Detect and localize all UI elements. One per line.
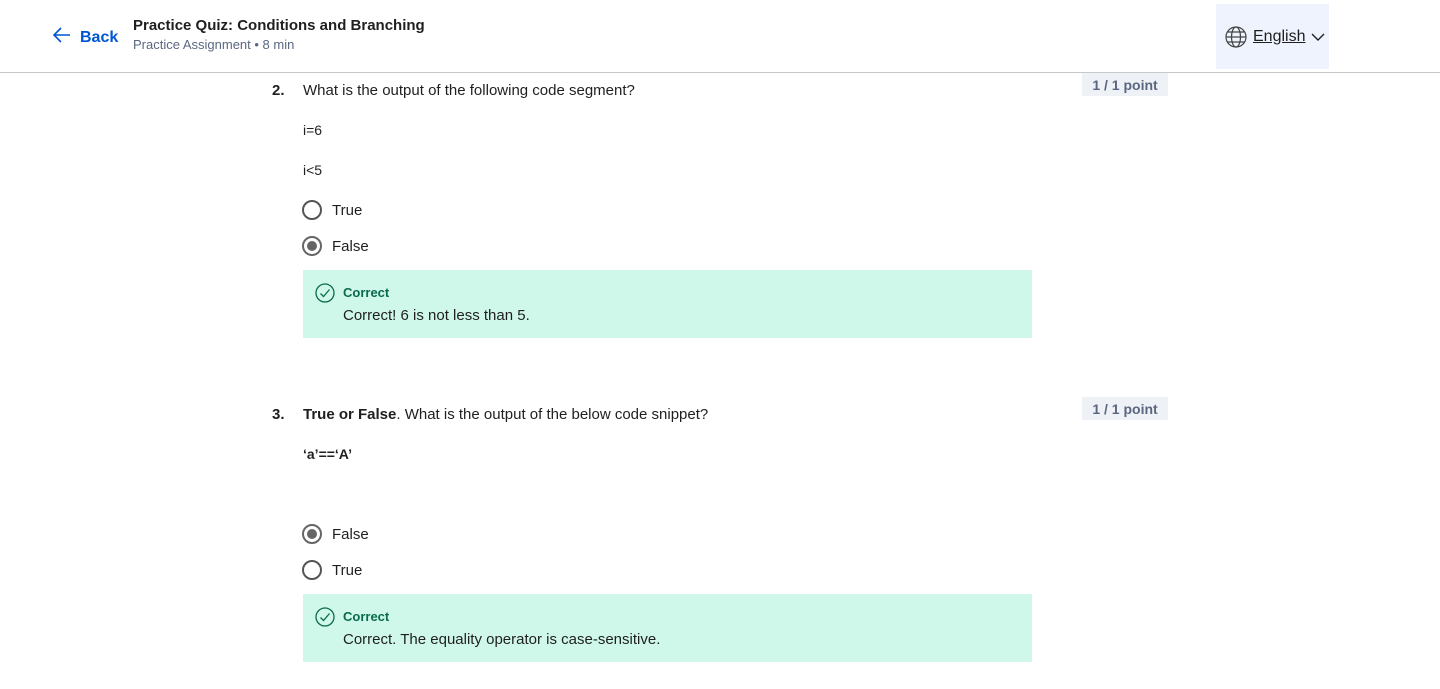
- language-selector[interactable]: English: [1216, 4, 1329, 69]
- option-true[interactable]: True: [302, 200, 362, 220]
- radio-button[interactable]: [302, 200, 322, 220]
- question-text: What is the output of the following code…: [303, 82, 635, 99]
- feedback-heading: Correct: [343, 285, 390, 300]
- back-button[interactable]: Back: [52, 25, 118, 50]
- check-circle-icon: [315, 607, 335, 627]
- feedback-text: Correct! 6 is not less than 5.: [343, 307, 530, 324]
- option-false[interactable]: False: [302, 236, 369, 256]
- feedback-correct: Correct Correct. The equality operator i…: [303, 594, 1032, 662]
- page-subtitle: Practice Assignment • 8 min: [133, 37, 295, 52]
- code-line: ‘a’==‘A’: [303, 446, 353, 462]
- feedback-heading: Correct: [343, 609, 390, 624]
- option-label: True: [332, 561, 363, 579]
- language-label: English: [1253, 27, 1306, 45]
- code-line: i<5: [303, 162, 323, 178]
- chevron-down-icon: [1310, 29, 1326, 45]
- points-badge: 1 / 1 point: [1082, 73, 1168, 96]
- question-number: 3.: [272, 406, 285, 423]
- option-label: False: [332, 525, 369, 543]
- top-header: Back Practice Quiz: Conditions and Branc…: [0, 0, 1440, 73]
- check-circle-icon: [315, 283, 335, 303]
- radio-button-selected[interactable]: [302, 236, 322, 256]
- arrow-left-icon: [52, 25, 72, 50]
- option-label: False: [332, 237, 369, 255]
- radio-button[interactable]: [302, 560, 322, 580]
- radio-button-selected[interactable]: [302, 524, 322, 544]
- feedback-text: Correct. The equality operator is case-s…: [343, 631, 661, 648]
- question-text-bold: True or False: [303, 406, 397, 423]
- feedback-correct: Correct Correct! 6 is not less than 5.: [303, 270, 1032, 338]
- option-false[interactable]: False: [302, 524, 369, 544]
- back-label: Back: [80, 28, 119, 46]
- question-number: 2.: [272, 82, 285, 99]
- code-line: i=6: [303, 122, 323, 138]
- question-text: True or False. What is the output of the…: [303, 406, 708, 423]
- globe-icon: [1224, 25, 1248, 49]
- question-text-rest: . What is the output of the below code s…: [396, 406, 709, 423]
- page-title-block: Practice Quiz: Conditions and Branching …: [133, 17, 425, 52]
- points-badge: 1 / 1 point: [1082, 397, 1168, 420]
- option-label: True: [332, 201, 363, 219]
- page-title: Practice Quiz: Conditions and Branching: [133, 17, 425, 34]
- option-true[interactable]: True: [302, 560, 362, 580]
